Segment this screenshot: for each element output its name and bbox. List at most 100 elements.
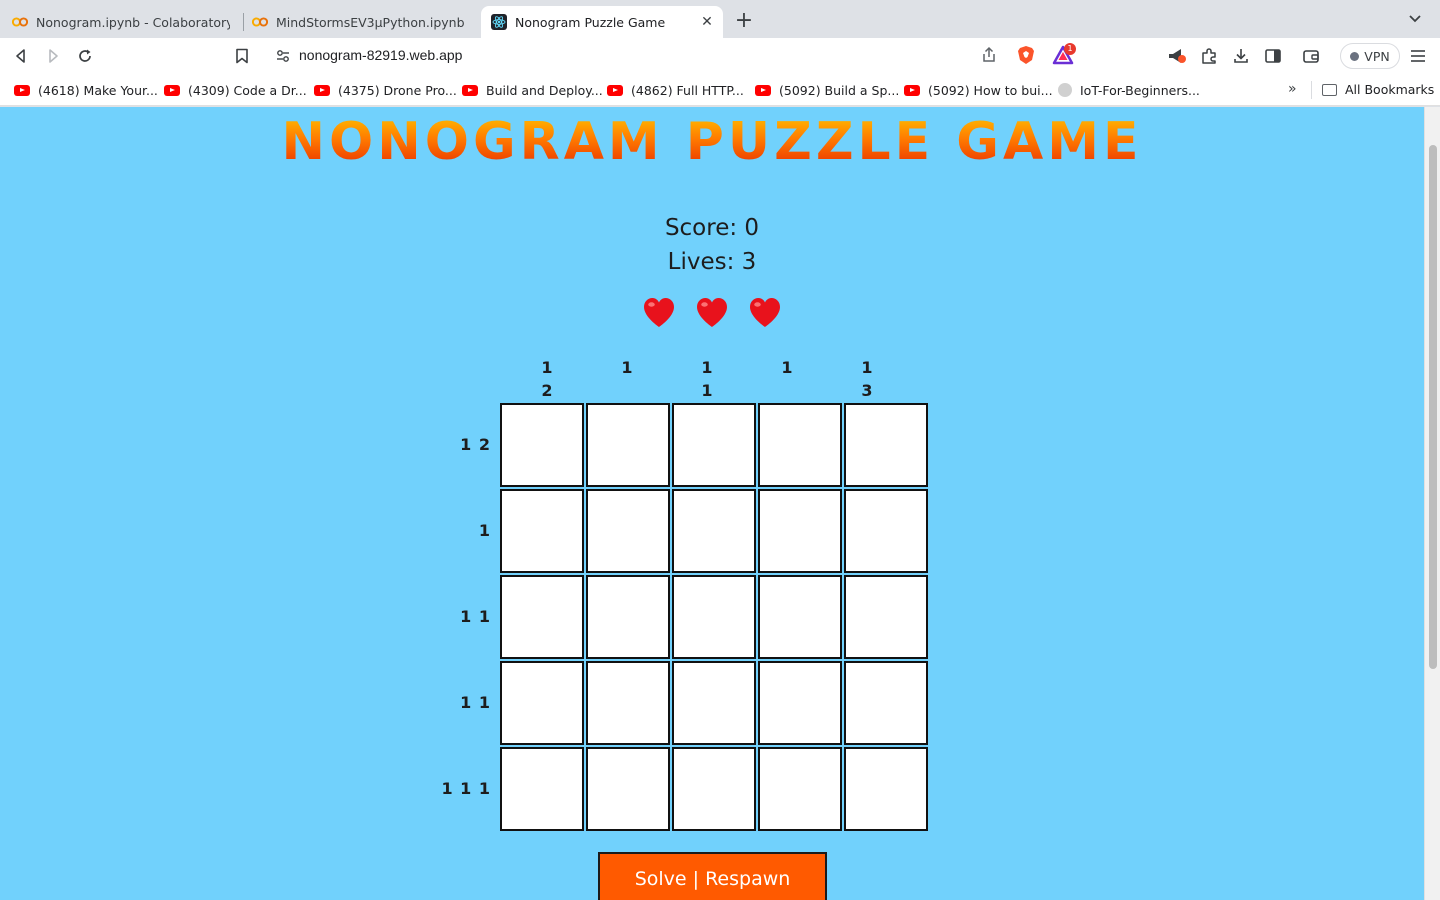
address-bar[interactable]: nonogram-82919.web.app bbox=[266, 41, 1080, 71]
extensions-icon[interactable] bbox=[1199, 46, 1219, 66]
column-clue: 1 bbox=[621, 358, 633, 377]
grid-cell[interactable] bbox=[500, 489, 584, 573]
grid-cell[interactable] bbox=[844, 489, 928, 573]
back-button[interactable] bbox=[9, 44, 33, 68]
chevron-down-icon[interactable] bbox=[1404, 11, 1426, 33]
wallet-icon[interactable] bbox=[1301, 46, 1321, 66]
grid-cell[interactable] bbox=[758, 747, 842, 831]
forward-button[interactable] bbox=[41, 44, 65, 68]
grid-cell[interactable] bbox=[844, 747, 928, 831]
scrollbar-thumb[interactable] bbox=[1429, 145, 1437, 669]
lives-display: Lives: 3 bbox=[667, 249, 757, 275]
grid-cell[interactable] bbox=[844, 661, 928, 745]
bookmark-label: IoT-For-Beginners... bbox=[1080, 82, 1200, 98]
youtube-icon bbox=[462, 84, 478, 96]
folder-icon bbox=[1322, 83, 1337, 96]
solve-respawn-button[interactable]: Solve | Respawn bbox=[598, 852, 827, 900]
heart-icon bbox=[697, 298, 727, 327]
column-clue: 13 bbox=[861, 358, 873, 400]
bookmark-label: (4375) Drone Pro... bbox=[338, 82, 457, 98]
youtube-icon bbox=[14, 84, 30, 96]
grid-cell[interactable] bbox=[758, 661, 842, 745]
grid-cell[interactable] bbox=[672, 747, 756, 831]
game-title: NONOGRAM PUZZLE GAME bbox=[0, 112, 1424, 172]
url-text: nonogram-82919.web.app bbox=[299, 47, 463, 63]
grid-cell[interactable] bbox=[500, 661, 584, 745]
tab-nonogram-colab[interactable]: Nonogram.ipynb - Colaboratory bbox=[2, 6, 240, 38]
all-bookmarks-button[interactable]: All Bookmarks bbox=[1322, 82, 1434, 97]
grid-cell[interactable] bbox=[758, 575, 842, 659]
youtube-icon bbox=[164, 84, 180, 96]
row-clue: 1 1 bbox=[460, 607, 491, 626]
bookmark-item[interactable]: IoT-For-Beginners... bbox=[1058, 82, 1200, 98]
rewards-badge: 1 bbox=[1064, 43, 1076, 55]
page-viewport: NONOGRAM PUZZLE GAME Score: 0 Lives: 3 1… bbox=[0, 107, 1440, 900]
vpn-label: VPN bbox=[1364, 48, 1390, 64]
row-clue: 1 bbox=[478, 521, 491, 540]
close-tab-icon[interactable]: ✕ bbox=[699, 14, 715, 30]
grid-cell[interactable] bbox=[672, 661, 756, 745]
sidebar-icon[interactable] bbox=[1263, 46, 1283, 66]
bookmark-item[interactable]: (4862) Full HTTP... bbox=[607, 82, 744, 98]
grid-cell[interactable] bbox=[586, 747, 670, 831]
row-clue: 1 1 bbox=[460, 693, 491, 712]
tab-mindstorms-colab[interactable]: MindStormsEV3µPython.ipynb - Co bbox=[242, 6, 476, 38]
site-settings-icon[interactable] bbox=[275, 48, 291, 64]
grid-cell[interactable] bbox=[672, 403, 756, 487]
grid-cell[interactable] bbox=[500, 575, 584, 659]
page-scrollbar[interactable] bbox=[1424, 107, 1440, 900]
bookmark-item[interactable]: (5092) How to bui... bbox=[904, 82, 1053, 98]
tab-title: Nonogram.ipynb - Colaboratory bbox=[36, 14, 230, 30]
youtube-icon bbox=[607, 84, 623, 96]
grid-cell[interactable] bbox=[500, 403, 584, 487]
more-bookmarks-button[interactable]: » bbox=[1288, 81, 1297, 97]
grid-cell[interactable] bbox=[586, 661, 670, 745]
reload-button[interactable] bbox=[73, 44, 97, 68]
grid-cell[interactable] bbox=[844, 575, 928, 659]
bookmark-item[interactable]: Build and Deploy... bbox=[462, 82, 603, 98]
score-display: Score: 0 bbox=[664, 215, 760, 241]
bookmarks-bar: (4618) Make Your... (4309) Code a Dr... … bbox=[0, 74, 1440, 106]
youtube-icon bbox=[755, 84, 771, 96]
youtube-icon bbox=[904, 84, 920, 96]
megaphone-icon[interactable] bbox=[1167, 46, 1187, 66]
youtube-icon bbox=[314, 84, 330, 96]
github-icon bbox=[1058, 83, 1072, 97]
vpn-button[interactable]: VPN bbox=[1340, 43, 1400, 69]
brave-shields-icon[interactable] bbox=[1016, 45, 1036, 65]
bookmark-label: (5092) Build a Sp... bbox=[779, 82, 900, 98]
bookmark-label: (4862) Full HTTP... bbox=[631, 82, 744, 98]
grid-cell[interactable] bbox=[844, 403, 928, 487]
heart-icon bbox=[750, 298, 780, 327]
download-icon[interactable] bbox=[1231, 46, 1251, 66]
colab-icon bbox=[12, 14, 28, 30]
new-tab-button[interactable]: + bbox=[732, 10, 756, 34]
bookmark-item[interactable]: (4375) Drone Pro... bbox=[314, 82, 457, 98]
row-clue: 1 2 bbox=[460, 435, 491, 454]
all-bookmarks-label: All Bookmarks bbox=[1345, 82, 1435, 97]
bookmark-item[interactable]: (5092) Build a Sp... bbox=[755, 82, 899, 98]
grid-cell[interactable] bbox=[672, 489, 756, 573]
grid-cell[interactable] bbox=[586, 575, 670, 659]
grid-cell[interactable] bbox=[758, 489, 842, 573]
column-clue: 11 bbox=[701, 358, 713, 400]
share-icon[interactable] bbox=[980, 46, 998, 64]
tab-nonogram-game[interactable]: Nonogram Puzzle Game ✕ bbox=[481, 6, 723, 38]
menu-icon[interactable] bbox=[1408, 46, 1428, 66]
column-clue: 12 bbox=[541, 358, 553, 400]
grid-cell[interactable] bbox=[586, 489, 670, 573]
grid-cell[interactable] bbox=[758, 403, 842, 487]
bookmark-item[interactable]: (4309) Code a Dr... bbox=[164, 82, 307, 98]
grid-cell[interactable] bbox=[672, 575, 756, 659]
browser-toolbar: nonogram-82919.web.app 1 VPN bbox=[0, 38, 1440, 74]
react-icon bbox=[491, 14, 507, 30]
heart-icon bbox=[644, 298, 674, 327]
grid-cell[interactable] bbox=[586, 403, 670, 487]
bookmark-item[interactable]: (4618) Make Your... bbox=[14, 82, 158, 98]
column-clue: 1 bbox=[781, 358, 793, 377]
vpn-status-icon bbox=[1350, 51, 1360, 61]
bookmark-icon[interactable] bbox=[230, 44, 254, 68]
grid-cell[interactable] bbox=[500, 747, 584, 831]
bookmarks-divider bbox=[1311, 81, 1312, 99]
row-clue: 1 1 1 bbox=[441, 779, 491, 798]
